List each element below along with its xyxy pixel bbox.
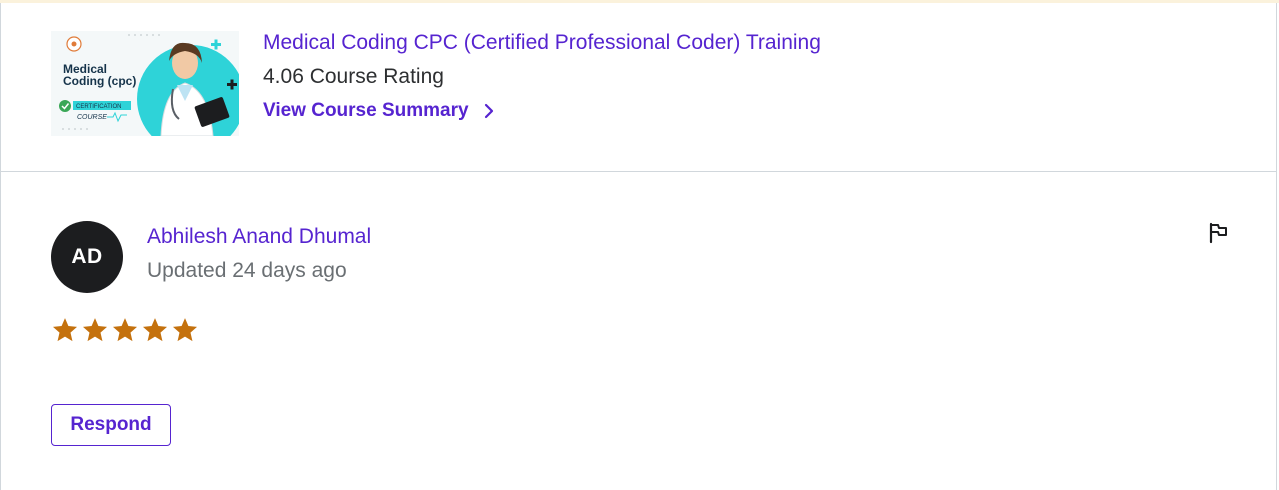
avatar-initials: AD (71, 245, 103, 268)
star-icon (112, 318, 138, 342)
star-icon (82, 318, 108, 342)
course-thumbnail[interactable]: Medical Coding (cpc) CERTIFICATION COURS… (51, 31, 239, 136)
reviewer-name[interactable]: Abhilesh Anand Dhumal (147, 225, 371, 249)
star-icon (142, 318, 168, 342)
review-page: Medical Coding (cpc) CERTIFICATION COURS… (0, 0, 1279, 490)
review-updated-time: Updated 24 days ago (147, 259, 347, 282)
course-card: Medical Coding (cpc) CERTIFICATION COURS… (0, 3, 1277, 172)
thumb-badge-line2: COURSE (77, 114, 107, 121)
star-icon (172, 318, 198, 342)
view-course-summary-label: View Course Summary (263, 100, 469, 121)
respond-button[interactable]: Respond (51, 404, 171, 446)
view-course-summary-link[interactable]: View Course Summary (263, 100, 495, 122)
course-title[interactable]: Medical Coding CPC (Certified Profession… (263, 31, 821, 55)
thumb-title-line2: Coding (cpc) (63, 74, 136, 88)
star-rating (51, 316, 199, 344)
flag-icon[interactable] (1205, 220, 1231, 246)
chevron-right-icon (483, 103, 495, 119)
course-rating: 4.06 Course Rating (263, 65, 444, 88)
review-card: AD Abhilesh Anand Dhumal Updated 24 days… (0, 172, 1277, 490)
avatar: AD (51, 221, 123, 293)
thumb-badge-line1: CERTIFICATION (76, 104, 121, 110)
star-icon (52, 318, 78, 342)
